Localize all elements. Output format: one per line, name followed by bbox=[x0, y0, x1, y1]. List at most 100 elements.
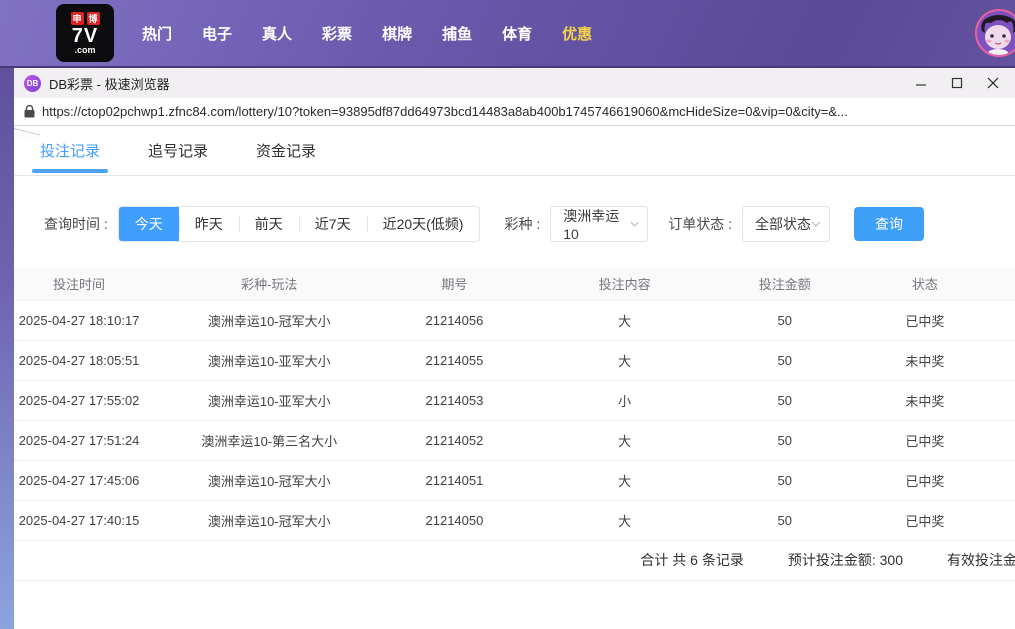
cell-issue: 21214052 bbox=[394, 420, 515, 461]
chevron-down-icon bbox=[811, 221, 821, 227]
url-text: https://ctop02pchwp1.zfnc84.com/lottery/… bbox=[42, 104, 848, 119]
table-header-row: 投注时间 彩种-玩法 期号 投注内容 投注金额 状态 bbox=[14, 268, 1015, 300]
user-avatar[interactable] bbox=[975, 9, 1015, 57]
bet-records-table: 投注时间 彩种-玩法 期号 投注内容 投注金额 状态 2025-04-27 18… bbox=[14, 268, 1015, 541]
cell-bet-time: 2025-04-27 17:55:02 bbox=[14, 380, 145, 421]
time-option-3[interactable]: 近7天 bbox=[298, 207, 367, 241]
tab-bet-records[interactable]: 投注记录 bbox=[31, 126, 109, 176]
cell-status: 已中奖 bbox=[834, 460, 1015, 501]
tab-fund-records[interactable]: 资金记录 bbox=[256, 126, 316, 176]
table-footer: 合计 共 6 条记录 预计投注金额: 300 有效投注金额 bbox=[14, 541, 1015, 581]
lottery-select[interactable]: 澳洲幸运10 bbox=[550, 206, 649, 242]
cell-bet-amount: 50 bbox=[734, 500, 835, 541]
cell-bet-content: 大 bbox=[514, 460, 735, 501]
window-titlebar: DB DB彩票 - 极速浏览器 bbox=[14, 68, 1015, 98]
tab-chase-records[interactable]: 追号记录 bbox=[148, 126, 208, 176]
time-filter-label: 查询时间 : bbox=[44, 216, 108, 232]
table-row: 2025-04-27 17:55:02 澳洲幸运10-亚军大小 21214053 小 5… bbox=[14, 380, 1015, 421]
cell-bet-time: 2025-04-27 17:45:06 bbox=[14, 460, 145, 501]
cell-bet-time: 2025-04-27 17:40:15 bbox=[14, 500, 145, 541]
cell-game-play: 澳洲幸运10-冠军大小 bbox=[144, 460, 395, 501]
cell-issue: 21214055 bbox=[394, 340, 515, 381]
lottery-select-value: 澳洲幸运10 bbox=[563, 208, 620, 242]
cell-status: 已中奖 bbox=[834, 299, 1015, 341]
table-row: 2025-04-27 17:51:24 澳洲幸运10-第三名大小 21214052 大… bbox=[14, 420, 1015, 461]
cell-bet-content: 大 bbox=[514, 500, 735, 541]
maximize-button[interactable] bbox=[939, 70, 975, 96]
avatar-illustration bbox=[977, 11, 1015, 55]
cell-status: 已中奖 bbox=[834, 420, 1015, 461]
time-option-2[interactable]: 前天 bbox=[238, 207, 299, 241]
table-row: 2025-04-27 18:05:51 澳洲幸运10-亚军大小 21214055 大 5… bbox=[14, 340, 1015, 381]
expected-amount-text: 预计投注金额: 300 bbox=[787, 552, 903, 568]
logo-badges: 申 博 bbox=[70, 11, 100, 25]
cell-game-play: 澳洲幸运10-第三名大小 bbox=[144, 420, 395, 461]
logo-badge-2: 博 bbox=[86, 11, 100, 25]
cell-bet-amount: 50 bbox=[734, 340, 835, 381]
cell-issue: 21214050 bbox=[394, 500, 515, 541]
cell-status: 未中奖 bbox=[834, 340, 1015, 381]
chevron-down-icon bbox=[630, 221, 639, 227]
cell-bet-time: 2025-04-27 18:10:17 bbox=[14, 299, 145, 341]
logo-text: 7V bbox=[71, 24, 99, 47]
cell-bet-time: 2025-04-27 18:05:51 bbox=[14, 340, 145, 381]
maximize-icon bbox=[951, 77, 963, 89]
cell-issue: 21214056 bbox=[394, 299, 515, 341]
cell-game-play: 澳洲幸运10-亚军大小 bbox=[144, 340, 395, 381]
close-button[interactable] bbox=[975, 70, 1011, 96]
total-records-text: 合计 共 6 条记录 bbox=[640, 552, 744, 568]
status-filter-label: 订单状态 : bbox=[668, 216, 733, 232]
time-option-4[interactable]: 近20天(低频) bbox=[366, 207, 480, 241]
header-game-play: 彩种-玩法 bbox=[144, 268, 395, 300]
cell-bet-content: 大 bbox=[514, 420, 735, 461]
cell-status: 已中奖 bbox=[834, 500, 1015, 541]
site-logo[interactable]: 申 博 7V .com bbox=[56, 4, 114, 62]
cell-game-play: 澳洲幸运10-冠军大小 bbox=[144, 299, 395, 341]
cell-issue: 21214051 bbox=[394, 460, 515, 501]
nav-item-3[interactable]: 彩票 bbox=[322, 23, 352, 44]
time-option-0[interactable]: 今天 bbox=[118, 207, 179, 241]
cell-bet-amount: 50 bbox=[734, 460, 835, 501]
cell-bet-amount: 50 bbox=[734, 420, 835, 461]
cell-bet-amount: 50 bbox=[734, 299, 835, 341]
valid-amount-text: 有效投注金额 bbox=[947, 552, 1015, 568]
nav-item-0[interactable]: 热门 bbox=[142, 23, 172, 44]
cell-bet-amount: 50 bbox=[734, 380, 835, 421]
nav-item-1[interactable]: 电子 bbox=[202, 23, 232, 44]
nav-item-2[interactable]: 真人 bbox=[262, 23, 292, 44]
address-bar[interactable]: https://ctop02pchwp1.zfnc84.com/lottery/… bbox=[14, 98, 1015, 126]
nav-item-4[interactable]: 棋牌 bbox=[382, 23, 412, 44]
time-option-1[interactable]: 昨天 bbox=[178, 207, 239, 241]
cell-bet-time: 2025-04-27 17:51:24 bbox=[14, 420, 145, 461]
main-nav: 热门 电子 真人 彩票 棋牌 捕鱼 体育 优惠 bbox=[142, 23, 592, 44]
cell-game-play: 澳洲幸运10-冠军大小 bbox=[144, 500, 395, 541]
header-bet-content: 投注内容 bbox=[514, 268, 735, 300]
nav-item-6[interactable]: 体育 bbox=[502, 23, 532, 44]
window-controls bbox=[903, 70, 1015, 96]
close-icon bbox=[987, 77, 999, 89]
browser-window: DB DB彩票 - 极速浏览器 https://ctop02pchwp1.zfn… bbox=[14, 68, 1015, 629]
cell-issue: 21214053 bbox=[394, 380, 515, 421]
lock-icon bbox=[24, 105, 35, 118]
search-button[interactable]: 查询 bbox=[854, 207, 925, 241]
nav-item-7[interactable]: 优惠 bbox=[562, 23, 592, 44]
table-row: 2025-04-27 17:45:06 澳洲幸运10-冠军大小 21214051 大 5… bbox=[14, 460, 1015, 501]
filter-bar: 查询时间 : 今天 昨天 前天 近7天 近20天(低频) 彩种 : 澳洲幸运10 订单状… bbox=[14, 206, 1015, 242]
header-issue: 期号 bbox=[394, 268, 515, 300]
order-status-value: 全部状态 bbox=[755, 216, 812, 232]
minimize-icon bbox=[916, 84, 926, 86]
time-filter-group: 今天 昨天 前天 近7天 近20天(低频) bbox=[117, 206, 481, 242]
order-status-select[interactable]: 全部状态 bbox=[742, 206, 831, 242]
site-header: 申 博 7V .com 热门 电子 真人 彩票 棋牌 捕鱼 体育 优惠 bbox=[0, 0, 1015, 68]
logo-badge-1: 申 bbox=[70, 11, 84, 25]
lottery-filter-label: 彩种 : bbox=[504, 216, 541, 232]
minimize-button[interactable] bbox=[903, 70, 939, 96]
cell-status: 未中奖 bbox=[834, 380, 1015, 421]
site-favicon: DB bbox=[24, 74, 41, 92]
header-bet-amount: 投注金额 bbox=[734, 268, 835, 300]
cell-bet-content: 大 bbox=[514, 299, 735, 341]
nav-item-5[interactable]: 捕鱼 bbox=[442, 23, 472, 44]
record-tabs: 投注记录 追号记录 资金记录 bbox=[14, 126, 1015, 176]
header-bet-time: 投注时间 bbox=[14, 268, 145, 300]
table-row: 2025-04-27 18:10:17 澳洲幸运10-冠军大小 21214056 大 5… bbox=[14, 299, 1015, 341]
